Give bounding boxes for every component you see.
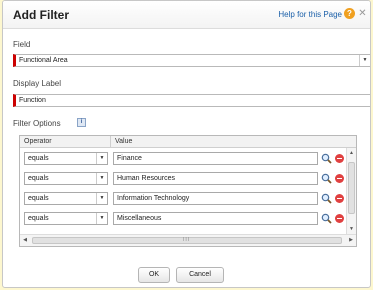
vertical-scrollbar[interactable]: ▲ ▼: [346, 148, 356, 234]
scroll-right-icon[interactable]: ▶: [346, 235, 356, 246]
vertical-scroll-thumb[interactable]: [348, 162, 355, 214]
cancel-button[interactable]: Cancel: [176, 267, 224, 283]
scroll-up-icon[interactable]: ▲: [347, 148, 356, 158]
info-icon[interactable]: i: [77, 118, 86, 127]
help-link[interactable]: Help for this Page: [278, 10, 342, 19]
value-input[interactable]: Information Technology: [113, 192, 318, 205]
field-select-value: Functional Area: [19, 57, 68, 64]
display-label-label: Display Label: [13, 79, 62, 88]
display-label-input[interactable]: Function: [13, 94, 370, 107]
chevron-down-icon[interactable]: ▼: [96, 193, 107, 204]
scroll-left-icon[interactable]: ◀: [20, 235, 30, 246]
horizontal-scrollbar[interactable]: ◀ III ▶: [20, 234, 356, 246]
operator-select[interactable]: equals ▼: [24, 172, 108, 185]
value-input[interactable]: Miscellaneous: [113, 212, 318, 225]
column-divider: [110, 136, 111, 148]
remove-icon[interactable]: [335, 174, 344, 183]
scroll-down-icon[interactable]: ▼: [347, 224, 356, 234]
close-icon[interactable]: ✕: [358, 9, 367, 19]
help-icon[interactable]: ?: [344, 8, 355, 19]
display-label-value: Function: [19, 97, 46, 104]
value-input[interactable]: Finance: [113, 152, 318, 165]
remove-icon[interactable]: [335, 214, 344, 223]
lookup-icon[interactable]: [321, 213, 332, 224]
chevron-down-icon[interactable]: ▼: [96, 213, 107, 224]
chevron-down-icon[interactable]: ▼: [359, 55, 370, 66]
horizontal-scroll-thumb[interactable]: III: [32, 237, 342, 244]
table-row: equals ▼ Information Technology: [20, 190, 346, 208]
table-row: equals ▼ Miscellaneous: [20, 210, 346, 228]
filter-options-label: Filter Options: [13, 119, 61, 128]
scroll-grip: III: [183, 237, 191, 243]
ok-button[interactable]: OK: [138, 267, 170, 283]
chevron-down-icon[interactable]: ▼: [96, 153, 107, 164]
operator-value: equals: [28, 215, 49, 222]
operator-value: equals: [28, 195, 49, 202]
lookup-icon[interactable]: [321, 173, 332, 184]
add-filter-dialog: Add Filter Help for this Page ? ✕ Field …: [2, 0, 371, 288]
remove-icon[interactable]: [335, 154, 344, 163]
value-text: Miscellaneous: [117, 215, 162, 222]
value-text: Information Technology: [117, 195, 190, 202]
remove-icon[interactable]: [335, 194, 344, 203]
table-row: equals ▼ Human Resources: [20, 170, 346, 188]
table-row: equals ▼ Finance: [20, 150, 346, 168]
operator-select[interactable]: equals ▼: [24, 212, 108, 225]
column-header-value: Value: [115, 138, 133, 145]
dialog-header: Add Filter Help for this Page ? ✕: [3, 1, 370, 29]
lookup-icon[interactable]: [321, 193, 332, 204]
value-text: Human Resources: [117, 175, 175, 182]
dialog-title: Add Filter: [13, 8, 69, 22]
value-text: Finance: [117, 155, 142, 162]
operator-value: equals: [28, 175, 49, 182]
field-select[interactable]: Functional Area ▼: [13, 54, 370, 67]
operator-select[interactable]: equals ▼: [24, 152, 108, 165]
chevron-down-icon[interactable]: ▼: [96, 173, 107, 184]
lookup-icon[interactable]: [321, 153, 332, 164]
grid-header: Operator Value: [20, 136, 356, 148]
operator-select[interactable]: equals ▼: [24, 192, 108, 205]
filter-options-grid: Operator Value equals ▼ Finance equals ▼: [19, 135, 357, 247]
field-label: Field: [13, 40, 31, 49]
column-header-operator: Operator: [24, 138, 52, 145]
operator-value: equals: [28, 155, 49, 162]
value-input[interactable]: Human Resources: [113, 172, 318, 185]
